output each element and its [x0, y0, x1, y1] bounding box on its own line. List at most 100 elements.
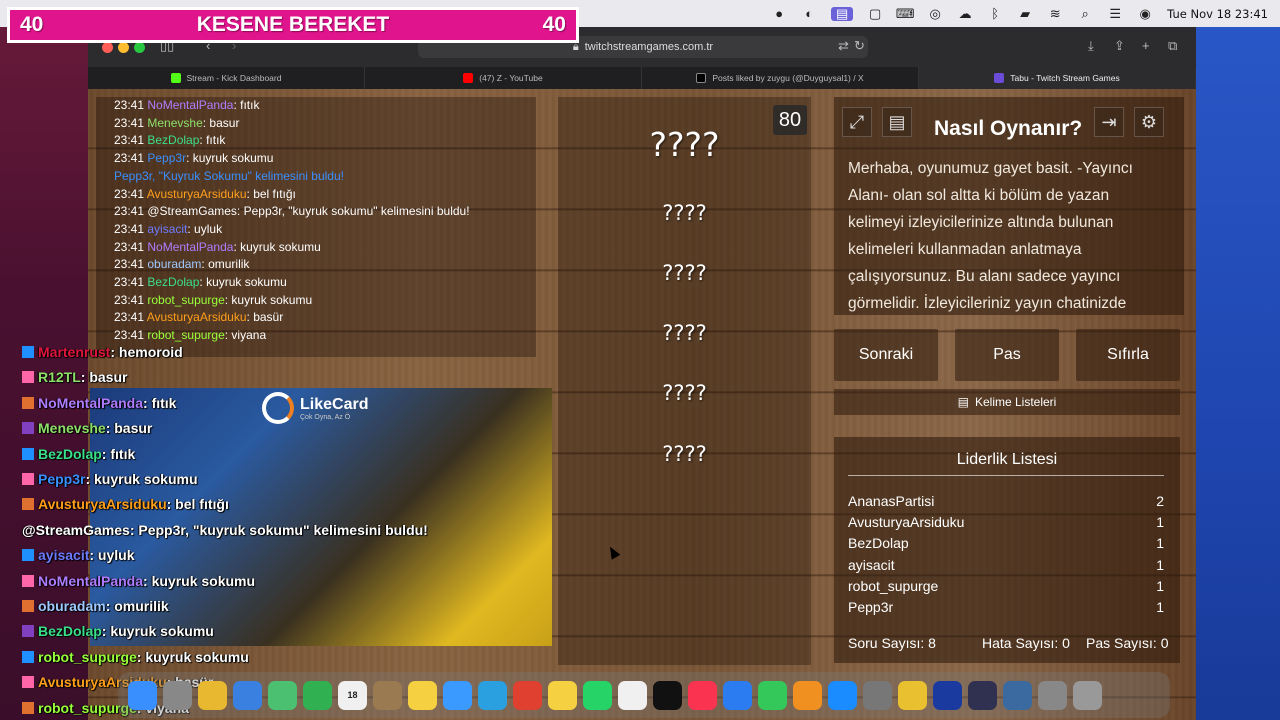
chat-user[interactable]: ayisacit [147, 222, 187, 236]
quicktime-icon[interactable] [1003, 680, 1032, 710]
wd-icon[interactable] [933, 680, 962, 710]
obs-icon[interactable] [968, 680, 997, 710]
keyboard-icon[interactable]: ⌨ [896, 6, 915, 21]
chat-user[interactable]: AvusturyaArsiduku [147, 187, 247, 201]
search-icon[interactable]: ⌕ [1077, 6, 1093, 21]
close-window-button[interactable] [102, 42, 113, 53]
chat-text: : kuyruk sokumu [199, 275, 287, 290]
chat-user[interactable]: NoMentalPanda [147, 240, 233, 254]
downloads-icon[interactable] [1038, 680, 1067, 710]
player-score: 1 [1156, 535, 1164, 551]
main-word: ???? [649, 125, 720, 164]
chat-time: 23:41 [114, 257, 145, 272]
translate-icon[interactable]: ⇄ [838, 38, 849, 54]
notes-icon[interactable] [408, 680, 437, 710]
reset-button[interactable]: Sıfırla [1076, 329, 1180, 381]
battery-icon[interactable]: ▰ [1017, 6, 1033, 21]
chat-user[interactable]: @StreamGames [147, 204, 237, 218]
freeform-icon[interactable] [618, 680, 647, 710]
mail-icon[interactable] [233, 680, 262, 710]
files-icon[interactable] [373, 680, 402, 710]
error-count: Hata Sayısı: 0 [982, 635, 1070, 651]
logout-icon[interactable]: ⇥ [1094, 107, 1124, 137]
downloads-icon[interactable]: ⤓ [1088, 38, 1094, 54]
minimize-window-button[interactable] [118, 42, 129, 53]
finder-icon[interactable] [128, 680, 157, 710]
wifi-icon[interactable]: ≋ [1047, 6, 1063, 21]
pages-icon[interactable] [793, 680, 822, 710]
chat-message: 23:41 AvusturyaArsiduku: bel fıtığı [96, 186, 536, 204]
pass-count: Pas Sayısı: 0 [1086, 635, 1169, 651]
siri-icon[interactable]: ◉ [1137, 6, 1153, 21]
chat-message: 23:41 NoMentalPanda: fıtık [96, 97, 536, 115]
chat-user[interactable]: BezDolap [147, 275, 199, 289]
new-tab-icon[interactable]: + [1142, 38, 1150, 53]
appstore-icon[interactable] [828, 680, 857, 710]
telegram-icon[interactable] [478, 680, 507, 710]
chat-user[interactable]: NoMentalPanda [147, 98, 233, 112]
question-count: Soru Sayısı: 8 [848, 635, 936, 651]
music-icon[interactable] [688, 680, 717, 710]
photos-icon[interactable] [198, 680, 227, 710]
fullscreen-icon[interactable]: ⤢ [842, 107, 872, 137]
chat-user[interactable]: Menevshe [147, 116, 202, 130]
chat-text: : uyluk [187, 221, 223, 236]
gear-icon[interactable]: ⚙ [1134, 107, 1164, 137]
tab-overview-icon[interactable]: ⧉ [1168, 38, 1177, 54]
vpn-icon[interactable]: ◎ [927, 6, 943, 21]
right-score: 40 [542, 13, 566, 36]
chrome-icon[interactable] [513, 680, 542, 710]
numbers-icon[interactable] [758, 680, 787, 710]
tab-youtube[interactable]: (47) Z - YouTube [365, 67, 642, 89]
stage-manager-icon[interactable]: ▤ [831, 6, 854, 21]
youtube-icon [463, 73, 474, 83]
chat-user[interactable]: Pepp3r, "Kuyruk Sokumu" kelimesini buldu… [114, 169, 344, 183]
chat-user[interactable]: robot_supurge [147, 293, 224, 307]
chat-user[interactable]: BezDolap [147, 133, 199, 147]
trash-icon[interactable] [1073, 680, 1102, 710]
record-icon[interactable]: ● [771, 6, 787, 21]
maps-icon[interactable] [268, 680, 297, 710]
menubar-clock[interactable]: Tue Nov 18 23:41 [1167, 7, 1268, 21]
chat-time: 23:41 [114, 275, 145, 290]
overlay-chat-user: Pepp3r [38, 471, 86, 487]
tab-x[interactable]: Posts liked by zuygu (@Duyguysal1) / X [642, 67, 919, 89]
user-badge-icon [22, 676, 34, 689]
tab-tabu[interactable]: Tabu - Twitch Stream Games [919, 67, 1196, 89]
overlay-chat-user: @StreamGames [22, 521, 130, 538]
notes2-icon[interactable] [548, 680, 577, 710]
leaderboard: Liderlik Listesi AnanasPartisi 2 Avustury… [834, 437, 1180, 663]
keynote-icon[interactable] [723, 680, 752, 710]
bus-icon[interactable] [898, 680, 927, 710]
tab-kick[interactable]: Stream - Kick Dashboard [88, 67, 365, 89]
shield-icon[interactable]: ◐ [801, 6, 817, 21]
chat-user[interactable]: oburadam [147, 257, 201, 271]
chat-user[interactable]: Pepp3r [147, 151, 186, 165]
user-badge-icon [22, 371, 34, 384]
facetime-icon[interactable] [303, 680, 332, 710]
word-lists-button[interactable]: ▤ Kelime Listeleri [834, 389, 1180, 415]
launchpad-icon[interactable] [163, 680, 192, 710]
whatsapp-icon[interactable] [583, 680, 612, 710]
control-center-icon[interactable]: ☰ [1107, 6, 1123, 21]
bluetooth-icon[interactable]: ᛒ [987, 6, 1003, 21]
leaderboard-row: ayisacit 1 [848, 557, 1164, 573]
stream-chat-overlay: Martenrust: hemoroid R12TL: basur NoMental… [0, 318, 560, 720]
maximize-window-button[interactable] [134, 42, 145, 53]
document-icon[interactable]: ▤ [882, 107, 912, 137]
chat-message: 23:41 Pepp3r: kuyruk sokumu [96, 150, 536, 168]
tv-icon[interactable] [653, 680, 682, 710]
player-name: AvusturyaArsiduku [848, 514, 965, 530]
reload-icon[interactable]: ↻ [854, 38, 865, 54]
window-icon[interactable]: ▢ [867, 6, 883, 21]
cloud-icon[interactable]: ☁ [957, 6, 973, 21]
pass-button[interactable]: Pas [955, 329, 1059, 381]
safari-icon[interactable] [443, 680, 472, 710]
next-button[interactable]: Sonraki [834, 329, 938, 381]
settings-icon[interactable] [863, 680, 892, 710]
chat-time: 23:41 [114, 151, 145, 166]
calendar-icon[interactable]: 18 [338, 680, 367, 710]
chat-time: 23:41 [114, 239, 145, 254]
share-icon[interactable]: ⇪ [1114, 38, 1125, 54]
notepad-icon: ▤ [957, 395, 969, 409]
